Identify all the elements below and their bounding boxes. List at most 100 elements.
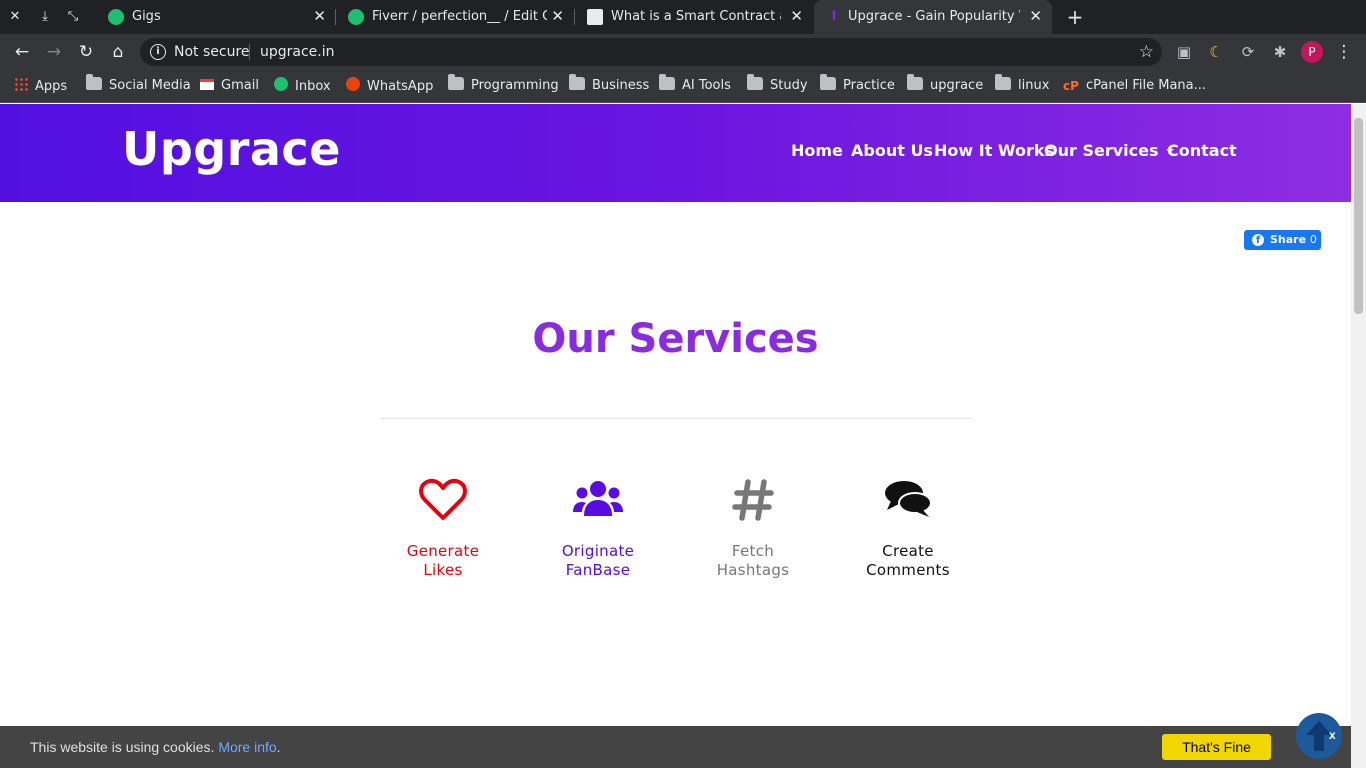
facebook-share-button[interactable]: f Share 0 bbox=[1244, 230, 1321, 250]
home-icon[interactable]: ⌂ bbox=[106, 40, 130, 64]
heart-icon bbox=[419, 478, 467, 520]
facebook-icon: f bbox=[1252, 234, 1264, 246]
bookmark-label: WhatsApp bbox=[367, 79, 434, 94]
bookmark-upgrace[interactable]: upgrace bbox=[907, 74, 983, 95]
bookmark-label: AI Tools bbox=[682, 78, 731, 93]
service-label-line2: Hashtags bbox=[716, 561, 790, 579]
nav-our-services[interactable]: Our Services bbox=[1044, 141, 1174, 160]
apps-grid-icon bbox=[14, 77, 28, 91]
service-originate-fanbase[interactable]: Originate FanBase bbox=[538, 478, 658, 580]
site-logo[interactable]: Upgrace bbox=[122, 122, 341, 176]
bookmark-cpanel[interactable]: cP cPanel File Mana... bbox=[1063, 77, 1206, 95]
cookie-accept-button[interactable]: That's Fine bbox=[1162, 734, 1271, 760]
service-fetch-hashtags[interactable]: Fetch Hashtags bbox=[693, 478, 813, 580]
folder-icon bbox=[820, 74, 836, 90]
service-label-line1: Fetch bbox=[731, 542, 775, 560]
bookmark-programming[interactable]: Programming bbox=[448, 74, 559, 95]
cookie-text: This website is using cookies. bbox=[30, 739, 215, 755]
fiverr-favicon-icon bbox=[348, 9, 364, 25]
window-close-icon[interactable]: ✕ bbox=[6, 8, 24, 26]
restore-window-icon[interactable]: ⤡ bbox=[64, 8, 82, 26]
service-label: Create Comments bbox=[848, 542, 968, 580]
tab-strip: ✕ ⤓ ⤡ Gigs ✕ Fiverr / perfection__ / Edi… bbox=[0, 0, 1366, 34]
browser-toolbar: ← → ↻ ⌂ i Not secure upgrace.in ☆ ▣ ☾ ⟳ … bbox=[0, 34, 1366, 70]
page-scrollbar[interactable] bbox=[1351, 104, 1366, 768]
nav-home[interactable]: Home bbox=[791, 141, 843, 160]
close-tab-icon[interactable]: ✕ bbox=[790, 7, 803, 25]
bookmark-label: linux bbox=[1018, 78, 1050, 93]
dark-mode-extension-icon[interactable]: ☾ bbox=[1206, 42, 1226, 62]
download-icon[interactable]: ⤓ bbox=[36, 8, 54, 26]
bookmark-label: Study bbox=[770, 78, 808, 93]
bookmark-linux[interactable]: linux bbox=[995, 74, 1050, 95]
tab-title: Upgrace - Gain Popularity Via bbox=[848, 9, 1020, 24]
address-bar[interactable]: i Not secure upgrace.in ☆ bbox=[140, 38, 1162, 66]
omnibox-separator bbox=[249, 44, 250, 60]
service-create-comments[interactable]: Create Comments bbox=[848, 478, 968, 580]
tab-title: What is a Smart Contract and bbox=[611, 9, 781, 24]
service-label-line1: Create bbox=[882, 542, 934, 560]
web-page: Upgrace Home About Us How It Works Our S… bbox=[0, 104, 1351, 768]
whatsapp-icon bbox=[346, 77, 360, 91]
bookmark-whatsapp[interactable]: WhatsApp bbox=[346, 77, 433, 95]
hashtag-icon bbox=[732, 479, 774, 521]
close-tab-icon[interactable]: ✕ bbox=[313, 7, 326, 25]
nav-about-us[interactable]: About Us bbox=[851, 141, 933, 160]
tab-gigs[interactable]: Gigs ✕ bbox=[96, 0, 336, 34]
scrollbar-thumb[interactable] bbox=[1354, 118, 1363, 314]
nav-our-services-label: Our Services bbox=[1044, 141, 1159, 160]
browser-menu-icon[interactable]: ⋮ bbox=[1332, 40, 1356, 64]
bookmark-label: Gmail bbox=[221, 78, 259, 93]
bookmark-label: Business bbox=[592, 78, 650, 93]
bookmark-star-icon[interactable]: ☆ bbox=[1139, 42, 1154, 62]
bookmark-ai-tools[interactable]: AI Tools bbox=[659, 74, 731, 95]
back-icon[interactable]: ← bbox=[10, 40, 34, 64]
close-tab-icon[interactable]: ✕ bbox=[1029, 7, 1042, 25]
bookmark-social-media[interactable]: Social Media bbox=[86, 74, 191, 95]
facebook-share-label: Share 0 bbox=[1270, 230, 1317, 250]
bookmark-practice[interactable]: Practice bbox=[820, 74, 895, 95]
service-label-line2: Likes bbox=[423, 561, 463, 579]
folder-icon bbox=[86, 74, 102, 90]
site-header: Upgrace Home About Us How It Works Our S… bbox=[0, 104, 1351, 202]
bookmark-gmail[interactable]: Gmail bbox=[200, 77, 259, 95]
nav-contact[interactable]: Contact bbox=[1167, 141, 1237, 160]
cookie-consent-bar: This website is using cookies. More info… bbox=[0, 726, 1351, 768]
gmail-icon bbox=[200, 79, 214, 90]
url-text[interactable]: upgrace.in bbox=[260, 44, 335, 60]
bookmark-label: Practice bbox=[843, 78, 895, 93]
page-favicon-icon bbox=[587, 9, 603, 25]
tab-smart-contract[interactable]: What is a Smart Contract and ✕ bbox=[575, 0, 813, 34]
new-tab-button[interactable]: + bbox=[1064, 5, 1086, 29]
tab-title: Gigs bbox=[132, 9, 161, 24]
forward-icon[interactable]: → bbox=[42, 40, 66, 64]
profile-avatar[interactable]: P bbox=[1301, 41, 1323, 63]
site-info-icon[interactable]: i bbox=[150, 44, 166, 60]
bookmark-business[interactable]: Business bbox=[569, 74, 650, 95]
close-scroll-button-icon[interactable]: x bbox=[1329, 728, 1336, 742]
cookie-more-info-link[interactable]: More info bbox=[218, 739, 276, 755]
bookmark-label: cPanel File Mana... bbox=[1086, 78, 1207, 93]
close-tab-icon[interactable]: ✕ bbox=[551, 7, 564, 25]
service-label: Originate FanBase bbox=[538, 542, 658, 580]
folder-icon bbox=[995, 74, 1011, 90]
tab-fiverr-edit-gig[interactable]: Fiverr / perfection__ / Edit Gig ✕ bbox=[336, 0, 574, 34]
tab-upgrace[interactable]: I Upgrace - Gain Popularity Via ✕ bbox=[814, 0, 1052, 34]
bookmark-label: Programming bbox=[471, 78, 559, 93]
bookmark-inbox[interactable]: Inbox bbox=[274, 77, 331, 95]
tab-title: Fiverr / perfection__ / Edit Gig bbox=[372, 9, 547, 24]
service-label: Fetch Hashtags bbox=[693, 542, 813, 580]
section-divider bbox=[380, 418, 971, 419]
bookmark-study[interactable]: Study bbox=[747, 74, 808, 95]
folder-icon bbox=[747, 74, 763, 90]
folder-icon bbox=[569, 74, 585, 90]
reload-icon[interactable]: ↻ bbox=[74, 40, 98, 64]
sync-extension-icon[interactable]: ⟳ bbox=[1238, 42, 1258, 62]
nav-how-it-works[interactable]: How It Works bbox=[934, 141, 1054, 160]
bookmark-label: Inbox bbox=[295, 79, 331, 94]
extensions-puzzle-icon[interactable]: ✱ bbox=[1270, 42, 1290, 62]
bookmark-apps[interactable]: Apps bbox=[14, 77, 67, 95]
service-generate-likes[interactable]: Generate Likes bbox=[383, 478, 503, 580]
service-label: Generate Likes bbox=[383, 542, 503, 580]
screenshot-extension-icon[interactable]: ▣ bbox=[1174, 42, 1194, 62]
